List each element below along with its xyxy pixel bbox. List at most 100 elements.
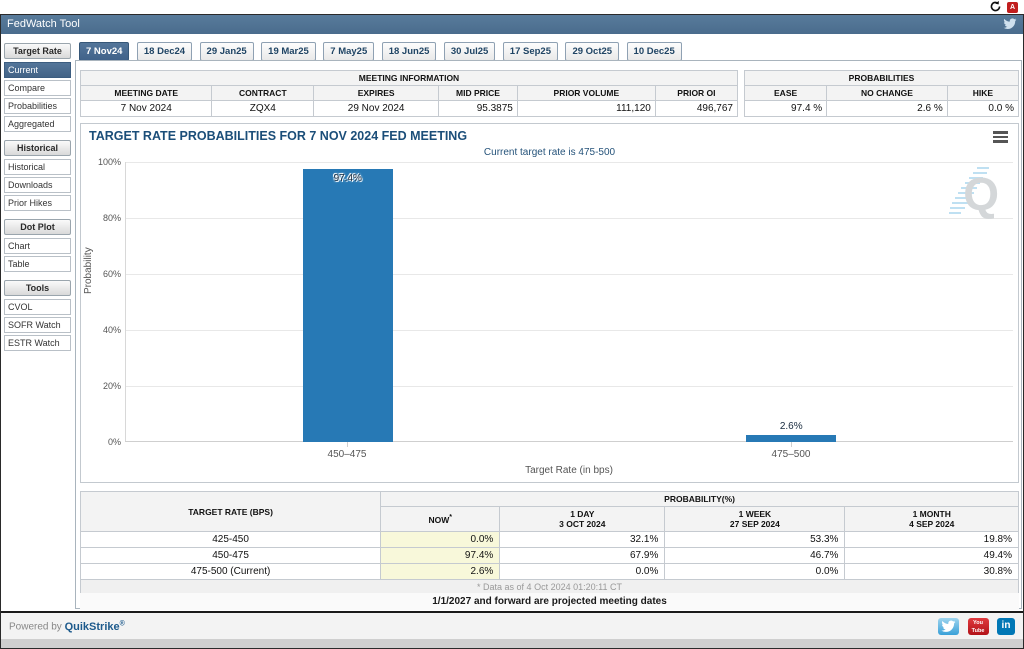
now-asterisk: * <box>449 513 452 522</box>
tab-7-nov24[interactable]: 7 Nov24 <box>79 42 130 61</box>
probability-history-table: TARGET RATE (BPS) PROBABILITY(%) NOW* 1 … <box>79 491 1019 595</box>
plot-area: Q 97.4% 2.6% <box>125 162 1013 442</box>
sidebar-item-current[interactable]: Current <box>4 62 71 78</box>
col-now: NOW* <box>380 506 501 532</box>
sidebar-item-aggregated[interactable]: Aggregated <box>4 116 71 132</box>
xtick-475-500 <box>791 442 792 447</box>
sidebar-header-dot-plot[interactable]: Dot Plot <box>4 219 71 235</box>
gridline <box>126 330 1013 331</box>
tab-29-oct25[interactable]: 29 Oct25 <box>565 42 620 61</box>
bar-450-475: 97.4% <box>302 162 393 442</box>
col-expires: EXPIRES <box>313 85 440 101</box>
sidebar-item-prior-hikes[interactable]: Prior Hikes <box>4 195 71 211</box>
sidebar-item-chart[interactable]: Chart <box>4 238 71 254</box>
ytick-0: 0% <box>107 437 121 447</box>
sidebar-header-target-rate[interactable]: Target Rate <box>4 43 71 59</box>
table-row-450-475: 450-475 97.4% 67.9% 46.7% 49.4% <box>79 547 1019 564</box>
footer: Powered by QuikStrike® You Tube in <box>1 611 1023 639</box>
tab-18-jun25[interactable]: 18 Jun25 <box>381 42 437 61</box>
ytick-20: 20% <box>102 381 121 391</box>
gridline <box>126 218 1013 219</box>
col-mid-price: MID PRICE <box>438 85 518 101</box>
chart-context-menu-icon[interactable] <box>993 131 1008 145</box>
x-axis-title: Target Rate (in bps) <box>525 465 613 476</box>
tab-10-dec25[interactable]: 10 Dec25 <box>626 42 682 61</box>
projection-note: 1/1/2027 and forward are projected meeti… <box>80 593 1019 610</box>
sidebar-item-downloads[interactable]: Downloads <box>4 177 71 193</box>
powered-by: Powered by QuikStrike® <box>9 620 125 633</box>
sidebar-item-estr-watch[interactable]: ESTR Watch <box>4 335 71 351</box>
sidebar-item-compare[interactable]: Compare <box>4 80 71 96</box>
tab-content-panel: MEETING INFORMATION MEETING DATE CONTRAC… <box>75 60 1022 610</box>
tab-29-jan25[interactable]: 29 Jan25 <box>199 42 254 61</box>
chart-subtitle: Current target rate is 475-500 <box>483 147 616 158</box>
col-contract: CONTRACT <box>211 85 315 101</box>
meeting-date-tabs: 7 Nov24 18 Dec24 29 Jan25 19 Mar25 7 May… <box>79 41 685 61</box>
col-group-probability: PROBABILITY(%) <box>380 491 1019 507</box>
bar-value-450-475: 97.4% <box>333 173 362 185</box>
meeting-information-table: MEETING INFORMATION MEETING DATE CONTRAC… <box>79 70 739 117</box>
sidebar-header-tools[interactable]: Tools <box>4 280 71 296</box>
col-prior-oi: PRIOR OI <box>654 85 739 101</box>
bar-rect-450-475[interactable] <box>302 169 393 442</box>
probabilities-summary-table: PROBABILITIES EASE NO CHANGE HIKE 97.4 %… <box>743 70 1020 117</box>
meeting-info-title: MEETING INFORMATION <box>80 70 738 86</box>
col-no-change: NO CHANGE <box>826 85 948 101</box>
tab-30-jul25[interactable]: 30 Jul25 <box>443 42 496 61</box>
table-row-425-450: 425-450 0.0% 32.1% 53.3% 19.8% <box>79 531 1019 548</box>
x-axis-line <box>125 441 1013 442</box>
col-prior-volume: PRIOR VOLUME <box>516 85 656 101</box>
table-row-475-500: 475-500 (Current) 2.6% 0.0% 0.0% 30.8% <box>79 563 1019 580</box>
ytick-100: 100% <box>97 157 121 167</box>
twitter-share-icon[interactable] <box>1003 18 1017 30</box>
fedwatch-screen: A FedWatch Tool Target Rate Current Comp… <box>0 0 1024 649</box>
ease-value: 97.4 % <box>743 100 828 117</box>
bar-value-475-500: 2.6% <box>779 420 803 432</box>
sidebar-item-table[interactable]: Table <box>4 256 71 272</box>
ytick-40: 40% <box>102 325 121 335</box>
bar-475-500: 2.6% <box>746 162 837 442</box>
xlabel-450-475: 450–475 <box>327 449 367 460</box>
sidebar-item-cvol[interactable]: CVOL <box>4 299 71 315</box>
quikstrike-link[interactable]: QuikStrike® <box>65 620 125 633</box>
pdf-export-icon[interactable]: A <box>1007 2 1018 13</box>
col-1-day: 1 DAY 3 OCT 2024 <box>499 506 666 532</box>
tab-7-may25[interactable]: 7 May25 <box>323 42 375 61</box>
quikstrike-watermark: Q <box>949 167 999 220</box>
expires-value: 29 Nov 2024 <box>313 100 440 117</box>
y-axis-title: Probability <box>83 247 94 294</box>
no-change-value: 2.6 % <box>826 100 948 117</box>
sidebar-item-historical[interactable]: Historical <box>4 159 71 175</box>
app-title: FedWatch Tool <box>7 18 80 30</box>
hike-value: 0.0 % <box>946 100 1020 117</box>
sidebar-item-sofr-watch[interactable]: SOFR Watch <box>4 317 71 333</box>
linkedin-icon[interactable]: in <box>997 618 1015 635</box>
bottom-strip <box>1 639 1023 648</box>
sidebar-header-historical[interactable]: Historical <box>4 140 71 156</box>
gridline <box>126 162 1013 163</box>
xlabel-475-500: 475–500 <box>771 449 811 460</box>
sidebar: Target Rate Current Compare Probabilitie… <box>4 43 71 353</box>
browser-top-strip: A <box>0 0 1024 14</box>
tab-17-sep25[interactable]: 17 Sep25 <box>502 42 558 61</box>
col-1-week: 1 WEEK 27 SEP 2024 <box>664 506 846 532</box>
probabilities-title: PROBABILITIES <box>744 70 1019 86</box>
bar-rect-475-500[interactable] <box>746 434 837 442</box>
meeting-date-value: 7 Nov 2024 <box>79 100 213 117</box>
twitter-icon[interactable] <box>938 618 960 635</box>
col-meeting-date: MEETING DATE <box>79 85 213 101</box>
sidebar-item-probabilities[interactable]: Probabilities <box>4 98 71 114</box>
prior-oi-value: 496,767 <box>654 100 739 117</box>
col-hike: HIKE <box>946 85 1020 101</box>
gridline <box>126 274 1013 275</box>
refresh-icon[interactable] <box>989 0 1002 13</box>
xtick-450-475 <box>347 442 348 447</box>
contract-value: ZQX4 <box>211 100 315 117</box>
youtube-icon[interactable]: You Tube <box>967 618 989 635</box>
col-ease: EASE <box>743 85 828 101</box>
col-1-month: 1 MONTH 4 SEP 2024 <box>844 506 1019 532</box>
tab-18-dec24[interactable]: 18 Dec24 <box>136 42 193 61</box>
tab-19-mar25[interactable]: 19 Mar25 <box>261 42 316 61</box>
ytick-80: 80% <box>102 213 121 223</box>
social-icons: You Tube in <box>934 618 1015 636</box>
